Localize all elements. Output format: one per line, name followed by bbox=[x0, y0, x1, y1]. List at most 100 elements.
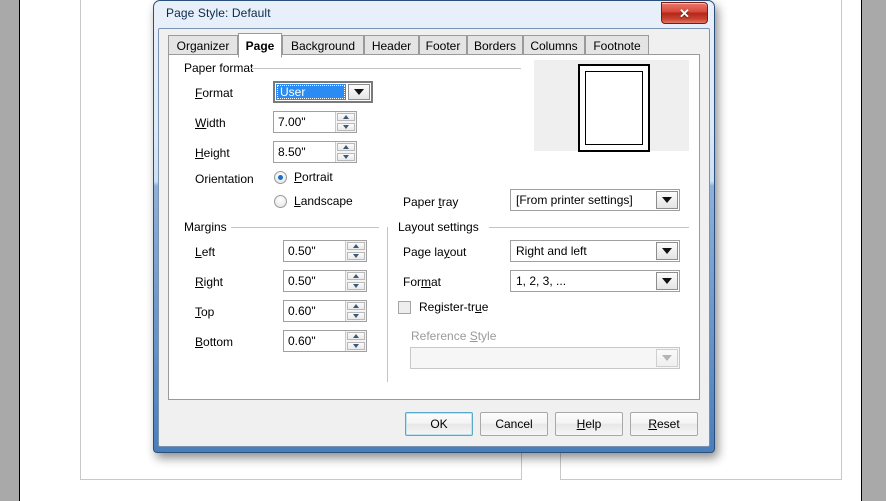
tab-header[interactable]: Header bbox=[364, 35, 419, 56]
height-spin-buttons[interactable] bbox=[335, 142, 356, 162]
layout-format-value: 1, 2, 3, ... bbox=[516, 274, 567, 288]
spin-down-icon[interactable] bbox=[347, 342, 365, 350]
spin-up-icon[interactable] bbox=[347, 242, 365, 250]
height-label: Height bbox=[195, 146, 230, 160]
tab-label: Organizer bbox=[176, 38, 230, 53]
width-label: Width bbox=[195, 116, 226, 130]
reference-style-label: Reference Style bbox=[411, 329, 497, 343]
dialog-title: Page Style: Default bbox=[166, 6, 271, 20]
margin-bottom-value: 0.60" bbox=[288, 334, 316, 348]
layout-format-label: Format bbox=[403, 275, 442, 289]
tab-columns[interactable]: Columns bbox=[523, 35, 585, 56]
tab-label: Header bbox=[371, 38, 412, 53]
height-value: 8.50" bbox=[278, 145, 306, 159]
width-stepper[interactable]: 7.00" bbox=[273, 111, 357, 133]
paper-tray-label: Paper tray bbox=[403, 195, 459, 209]
preview-sheet bbox=[578, 64, 650, 152]
spin-down-icon[interactable] bbox=[337, 123, 355, 131]
close-icon[interactable]: ✕ bbox=[661, 2, 708, 24]
tab-footnote[interactable]: Footnote bbox=[585, 35, 649, 56]
ok-button[interactable]: OK bbox=[405, 412, 473, 436]
margin-top-stepper[interactable]: 0.60" bbox=[283, 300, 367, 322]
radio-landscape-label: Landscape bbox=[294, 194, 353, 208]
reset-button[interactable]: Reset bbox=[630, 412, 698, 436]
help-button[interactable]: Help bbox=[555, 412, 623, 436]
layout-settings-group-label: Layout settings bbox=[395, 220, 482, 234]
margin-right-stepper[interactable]: 0.50" bbox=[283, 270, 367, 292]
radio-portrait[interactable]: Portrait bbox=[274, 170, 333, 184]
margin-top-value: 0.60" bbox=[288, 304, 316, 318]
radio-unselected-icon bbox=[274, 194, 287, 208]
reference-style-combo bbox=[410, 347, 680, 369]
canvas-right-gutter bbox=[862, 0, 886, 501]
margin-left-stepper[interactable]: 0.50" bbox=[283, 240, 367, 262]
tab-borders[interactable]: Borders bbox=[467, 35, 523, 56]
layout-format-combo[interactable]: 1, 2, 3, ... bbox=[510, 270, 680, 292]
tab-label: Columns bbox=[530, 38, 578, 53]
cancel-button[interactable]: Cancel bbox=[480, 412, 548, 436]
spin-down-icon[interactable] bbox=[347, 282, 365, 290]
margins-group-label: Margins bbox=[181, 220, 230, 234]
radio-landscape[interactable]: Landscape bbox=[274, 194, 353, 208]
margin-left-label: Left bbox=[195, 245, 216, 259]
canvas-left-gutter bbox=[0, 0, 19, 501]
ok-button-label: OK bbox=[430, 417, 448, 431]
margin-bottom-spin-buttons[interactable] bbox=[345, 331, 366, 351]
chevron-down-icon[interactable] bbox=[348, 84, 370, 100]
reference-style-value bbox=[411, 348, 655, 368]
canvas-left-rule bbox=[19, 0, 20, 501]
page-layout-combo[interactable]: Right and left bbox=[510, 240, 680, 262]
margin-left-spin-buttons[interactable] bbox=[345, 241, 366, 261]
checkbox-unchecked-icon bbox=[398, 300, 411, 314]
page-style-dialog: Page Style: Default ✕ Organizer Page Bac… bbox=[153, 0, 715, 453]
height-stepper[interactable]: 8.50" bbox=[273, 141, 357, 163]
spin-up-icon[interactable] bbox=[347, 302, 365, 310]
margin-top-label: Top bbox=[195, 305, 215, 319]
margin-right-value: 0.50" bbox=[288, 274, 316, 288]
dialog-titlebar[interactable]: Page Style: Default ✕ bbox=[154, 1, 714, 28]
tab-background[interactable]: Background bbox=[282, 35, 364, 56]
dialog-body: Organizer Page Background Header Footer … bbox=[158, 28, 710, 447]
paper-format-combo[interactable]: User bbox=[273, 81, 373, 103]
layout-settings-rule bbox=[489, 227, 689, 228]
close-glyph: ✕ bbox=[679, 5, 690, 21]
margin-bottom-label: Bottom bbox=[195, 335, 234, 349]
register-true-checkbox[interactable]: Register-true bbox=[398, 300, 488, 314]
tab-label: Footnote bbox=[593, 38, 641, 53]
margin-top-spin-buttons[interactable] bbox=[345, 301, 366, 321]
radio-portrait-label: Portrait bbox=[294, 170, 333, 184]
margin-bottom-stepper[interactable]: 0.60" bbox=[283, 330, 367, 352]
spin-down-icon[interactable] bbox=[347, 312, 365, 320]
page-preview bbox=[534, 60, 689, 152]
spin-up-icon[interactable] bbox=[337, 143, 355, 151]
screen: Page Style: Default ✕ Organizer Page Bac… bbox=[0, 0, 886, 501]
margin-right-label: Right bbox=[195, 275, 224, 289]
chevron-down-icon[interactable] bbox=[656, 272, 678, 290]
spin-up-icon[interactable] bbox=[347, 272, 365, 280]
tab-page[interactable]: Page bbox=[238, 33, 282, 58]
margin-right-spin-buttons[interactable] bbox=[345, 271, 366, 291]
tab-organizer[interactable]: Organizer bbox=[168, 35, 238, 56]
paper-tray-combo[interactable]: [From printer settings] bbox=[510, 189, 680, 211]
chevron-down-icon[interactable] bbox=[656, 191, 678, 209]
tab-label: Footer bbox=[425, 38, 461, 53]
chevron-down-icon[interactable] bbox=[656, 242, 678, 260]
spin-down-icon[interactable] bbox=[337, 153, 355, 161]
reset-button-label: Reset bbox=[648, 417, 680, 431]
tab-footer[interactable]: Footer bbox=[419, 35, 467, 56]
margins-divider bbox=[387, 227, 388, 382]
radio-selected-icon bbox=[274, 170, 287, 184]
paper-format-group-label: Paper format bbox=[181, 61, 257, 75]
spin-down-icon[interactable] bbox=[347, 252, 365, 260]
tab-label: Borders bbox=[473, 38, 517, 53]
spin-up-icon[interactable] bbox=[347, 332, 365, 340]
page-layout-label: Page layout bbox=[403, 245, 467, 259]
width-spin-buttons[interactable] bbox=[335, 112, 356, 132]
paper-format-rule bbox=[251, 68, 521, 69]
help-button-label: Help bbox=[576, 417, 602, 431]
tab-label: Background bbox=[290, 38, 356, 53]
tab-bar: Organizer Page Background Header Footer … bbox=[168, 33, 700, 58]
spin-up-icon[interactable] bbox=[337, 113, 355, 121]
format-label: Format bbox=[195, 86, 234, 100]
paper-format-value: User bbox=[276, 84, 346, 100]
